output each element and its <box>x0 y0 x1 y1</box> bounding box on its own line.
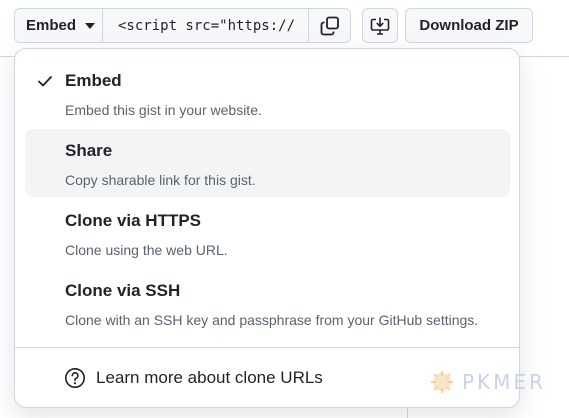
learn-more-label: Learn more about clone URLs <box>96 368 323 387</box>
menu-item-title: Clone via SSH <box>65 281 181 300</box>
clone-url-group: Embed <box>14 8 351 43</box>
embed-dropdown-label: Embed <box>26 17 77 34</box>
open-with-desktop-button[interactable] <box>362 8 398 43</box>
menu-item-title: Clone via HTTPS <box>65 211 202 230</box>
menu-divider <box>15 347 519 348</box>
menu-item-clone-https[interactable]: Clone via HTTPS Clone using the web URL. <box>25 199 510 267</box>
menu-item-title: Share <box>65 141 113 160</box>
download-zip-label: Download ZIP <box>419 17 519 34</box>
triangle-down-icon <box>85 22 96 29</box>
clone-options-menu: Embed Embed this gist in your website. S… <box>14 48 520 408</box>
embed-dropdown-button[interactable]: Embed <box>15 9 103 42</box>
copy-icon <box>320 16 339 35</box>
menu-item-clone-ssh[interactable]: Clone via SSH Clone with an SSH key and … <box>25 269 510 337</box>
embed-code-input[interactable] <box>103 9 308 42</box>
menu-item-description: Clone using the web URL. <box>65 242 228 258</box>
learn-more-link[interactable]: Learn more about clone URLs <box>64 367 323 389</box>
menu-item-embed[interactable]: Embed Embed this gist in your website. <box>25 59 510 127</box>
menu-item-description: Embed this gist in your website. <box>65 102 262 118</box>
desktop-download-icon <box>370 17 390 35</box>
download-zip-button[interactable]: Download ZIP <box>405 8 533 43</box>
copy-button[interactable] <box>308 9 350 42</box>
watermark-text: PKMER <box>462 370 546 394</box>
menu-item-description: Clone with an SSH key and passphrase fro… <box>65 312 479 328</box>
check-icon <box>38 76 52 87</box>
menu-item-description: Copy sharable link for this gist. <box>65 172 256 188</box>
menu-item-share[interactable]: Share Copy sharable link for this gist. <box>25 129 510 197</box>
pkmer-logo-icon <box>431 371 453 393</box>
question-circle-icon <box>65 368 85 388</box>
menu-item-title: Embed <box>65 71 122 90</box>
pkmer-watermark: PKMER <box>428 368 546 396</box>
